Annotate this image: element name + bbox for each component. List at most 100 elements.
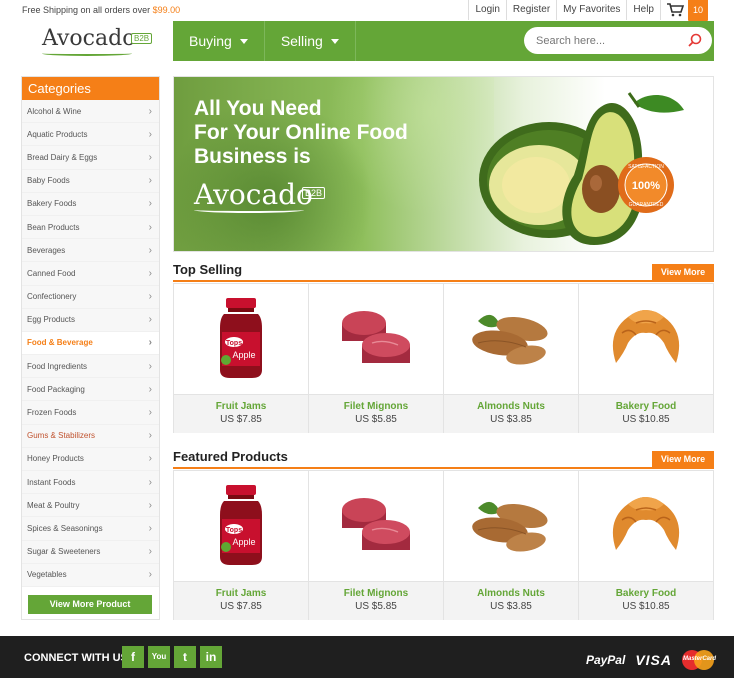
satisfaction-seal: SATISFACTION 100% GUARANTEED bbox=[618, 157, 674, 213]
top-selling-grid: Tops Apple Fruit Jams US $7.85 Filet Mignons… bbox=[173, 283, 714, 433]
category-label: Food & Beverage bbox=[27, 338, 93, 348]
register-link[interactable]: Register bbox=[505, 0, 556, 20]
category-label: Egg Products bbox=[27, 315, 76, 325]
account-links: Login Register My Favorites Help 10 bbox=[468, 0, 714, 21]
product-name[interactable]: Fruit Jams bbox=[174, 401, 308, 412]
category-item[interactable]: Sugar & Sweeteners › bbox=[22, 540, 159, 564]
product-image[interactable] bbox=[444, 471, 578, 582]
category-item[interactable]: Beverages › bbox=[22, 239, 159, 263]
logo[interactable]: Avocado B2B bbox=[20, 21, 173, 61]
search-input[interactable] bbox=[536, 34, 676, 47]
menu-selling-label: Selling bbox=[280, 33, 323, 49]
top-selling-view-more-button[interactable]: View More bbox=[652, 264, 714, 280]
featured-view-more-button[interactable]: View More bbox=[652, 451, 714, 467]
category-item[interactable]: Bakery Foods › bbox=[22, 192, 159, 216]
category-item[interactable]: Egg Products › bbox=[22, 308, 159, 332]
product-card[interactable]: Tops Apple Fruit Jams US $7.85 bbox=[174, 470, 309, 620]
category-item[interactable]: Alcohol & Wine › bbox=[22, 100, 159, 124]
category-item[interactable]: Baby Foods › bbox=[22, 169, 159, 193]
product-image[interactable] bbox=[444, 284, 578, 395]
avocado-illustration: SATISFACTION 100% GUARANTEED bbox=[479, 92, 684, 245]
menu-selling[interactable]: Selling bbox=[265, 21, 356, 61]
category-label: Frozen Foods bbox=[27, 408, 77, 418]
view-more-product-button[interactable]: View More Product bbox=[28, 595, 152, 614]
product-card[interactable]: Filet Mignons US $5.85 bbox=[309, 470, 444, 620]
category-label: Food Packaging bbox=[27, 384, 85, 394]
logo-text: Avocado bbox=[42, 26, 136, 51]
category-item[interactable]: Canned Food › bbox=[22, 262, 159, 286]
product-image[interactable] bbox=[309, 471, 443, 582]
facebook-icon[interactable]: f bbox=[122, 646, 144, 668]
cart-icon bbox=[666, 3, 685, 17]
product-info: Almonds Nuts US $3.85 bbox=[444, 582, 578, 620]
product-image[interactable]: Tops Apple bbox=[174, 471, 308, 582]
hero-banner[interactable]: All You Need For Your Online Food Busine… bbox=[173, 76, 714, 252]
category-item[interactable]: Food & Beverage › bbox=[22, 331, 159, 356]
product-image[interactable]: Tops Apple bbox=[174, 284, 308, 395]
category-label: Honey Products bbox=[27, 454, 84, 464]
croissant-image bbox=[612, 310, 680, 363]
category-item[interactable]: Instant Foods › bbox=[22, 471, 159, 495]
chevron-right-icon: › bbox=[148, 499, 152, 511]
mastercard-text: MasterCard bbox=[683, 656, 717, 662]
product-image[interactable] bbox=[579, 284, 713, 395]
product-name[interactable]: Filet Mignons bbox=[309, 588, 443, 599]
chevron-right-icon: › bbox=[148, 522, 152, 534]
cart-button[interactable]: 10 bbox=[659, 0, 714, 21]
category-item[interactable]: Aquatic Products › bbox=[22, 123, 159, 147]
category-item[interactable]: Vegetables › bbox=[22, 563, 159, 587]
category-item[interactable]: Confectionery › bbox=[22, 285, 159, 309]
category-label: Sugar & Sweeteners bbox=[27, 547, 101, 557]
category-item[interactable]: Bread Dairy & Eggs › bbox=[22, 146, 159, 170]
logo-swoosh bbox=[42, 51, 132, 56]
product-name[interactable]: Bakery Food bbox=[579, 588, 713, 599]
product-name[interactable]: Bakery Food bbox=[579, 401, 713, 412]
seal-percent: 100% bbox=[632, 180, 660, 192]
category-item[interactable]: Bean Products › bbox=[22, 215, 159, 240]
product-card[interactable]: Tops Apple Fruit Jams US $7.85 bbox=[174, 283, 309, 433]
linkedin-icon[interactable]: in bbox=[200, 646, 222, 668]
product-name[interactable]: Filet Mignons bbox=[309, 401, 443, 412]
product-name[interactable]: Almonds Nuts bbox=[444, 401, 578, 412]
product-card[interactable]: Almonds Nuts US $3.85 bbox=[444, 283, 579, 433]
category-item[interactable]: Frozen Foods › bbox=[22, 401, 159, 425]
search-box bbox=[524, 27, 712, 54]
featured-grid: Tops Apple Fruit Jams US $7.85 Filet Mignons… bbox=[173, 470, 714, 620]
product-card[interactable]: Filet Mignons US $5.85 bbox=[309, 283, 444, 433]
chevron-right-icon: › bbox=[148, 267, 152, 279]
product-card[interactable]: Bakery Food US $10.85 bbox=[579, 283, 714, 433]
chevron-right-icon: › bbox=[148, 128, 152, 140]
product-name[interactable]: Fruit Jams bbox=[174, 588, 308, 599]
top-selling-title: Top Selling bbox=[173, 262, 243, 277]
category-item[interactable]: Honey Products › bbox=[22, 447, 159, 471]
connect-label: CONNECT WITH US bbox=[24, 652, 128, 664]
product-name[interactable]: Almonds Nuts bbox=[444, 588, 578, 599]
product-info: Filet Mignons US $5.85 bbox=[309, 395, 443, 433]
product-card[interactable]: Bakery Food US $10.85 bbox=[579, 470, 714, 620]
product-image[interactable] bbox=[579, 471, 713, 582]
twitter-icon[interactable]: t bbox=[174, 646, 196, 668]
category-item[interactable]: Food Ingredients › bbox=[22, 355, 159, 379]
category-item[interactable]: Meat & Poultry › bbox=[22, 494, 159, 518]
product-card[interactable]: Almonds Nuts US $3.85 bbox=[444, 470, 579, 620]
croissant-image bbox=[612, 497, 680, 550]
category-label: Food Ingredients bbox=[27, 361, 88, 371]
login-link[interactable]: Login bbox=[468, 0, 505, 20]
search-icon[interactable] bbox=[688, 33, 702, 47]
category-label: Confectionery bbox=[27, 292, 77, 302]
category-item[interactable]: Food Packaging › bbox=[22, 378, 159, 402]
product-image[interactable] bbox=[309, 284, 443, 395]
mastercard-logo: MasterCard bbox=[682, 650, 717, 670]
category-label: Instant Foods bbox=[27, 477, 76, 487]
category-item[interactable]: Gums & Stabilizers › bbox=[22, 424, 159, 448]
youtube-icon[interactable]: You bbox=[148, 646, 170, 668]
menu-buying[interactable]: Buying bbox=[173, 21, 265, 61]
category-item[interactable]: Spices & Seasonings › bbox=[22, 517, 159, 541]
chevron-right-icon: › bbox=[148, 221, 152, 233]
chevron-down-icon bbox=[330, 38, 339, 44]
help-link[interactable]: Help bbox=[626, 0, 660, 20]
seal-bottom-text: GUARANTEED bbox=[629, 202, 664, 208]
favorites-link[interactable]: My Favorites bbox=[556, 0, 626, 20]
category-label: Bean Products bbox=[27, 222, 80, 232]
chevron-right-icon: › bbox=[148, 105, 152, 117]
